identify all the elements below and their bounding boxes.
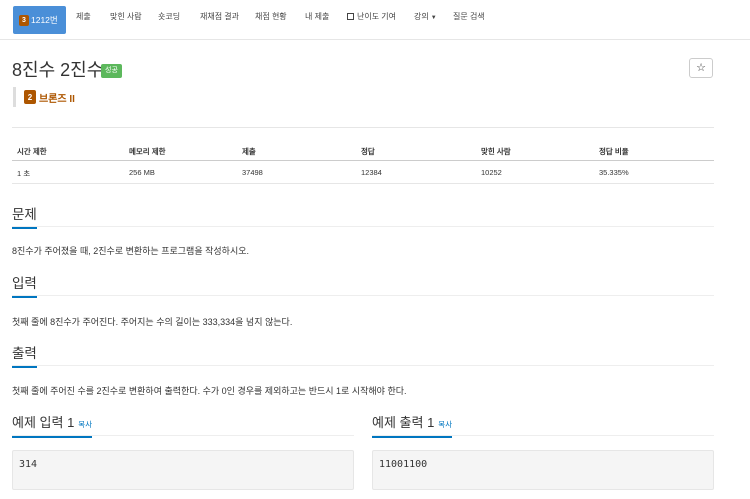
td-solvers: 10252: [481, 168, 502, 177]
example-input-box[interactable]: 314: [12, 450, 354, 490]
nav-tab-my-submissions[interactable]: 내 제출: [305, 11, 329, 22]
td-submissions: 37498: [242, 168, 263, 177]
nav-tab-submit[interactable]: 제출: [76, 11, 91, 22]
problem-nav: 3 1212번 제출 맞힌 사람 숏코딩 재채점 결과 채점 현황 내 제출 난…: [0, 0, 750, 40]
table-header-border: [12, 160, 714, 161]
nav-tab-lecture-label: 강의: [414, 12, 429, 21]
th-solvers: 맞힌 사람: [481, 147, 511, 156]
td-memory-limit: 256 MB: [129, 168, 155, 177]
example-input-header: 예제 입력 1 복사: [12, 410, 354, 438]
bronze-tier-icon: 3: [19, 14, 29, 26]
input-section-title: 입력: [12, 272, 37, 298]
problem-section-title: 문제: [12, 203, 37, 229]
copy-output-button[interactable]: 복사: [438, 420, 452, 429]
nav-tab-question-search[interactable]: 질문 검색: [453, 11, 485, 22]
nav-tab-solvers[interactable]: 맞힌 사람: [110, 11, 142, 22]
output-description: 첫째 줄에 주어진 수를 2진수로 변환하여 출력한다. 수가 0인 경우를 제…: [12, 386, 407, 396]
nav-tab-short-coding[interactable]: 숏코딩: [158, 11, 180, 22]
problem-description: 8진수가 주어졌을 때, 2진수로 변환하는 프로그램을 작성하시오.: [12, 246, 250, 256]
th-time-limit: 시간 제한: [17, 147, 47, 156]
caret-down-icon: ▼: [430, 15, 437, 21]
table-top-border: [12, 127, 714, 128]
th-ratio: 정답 비율: [599, 147, 629, 156]
example-input-title-label: 예제 입력 1: [12, 415, 75, 430]
page-title: 8진수 2진수: [12, 60, 104, 80]
bronze-tier-badge-icon: 2: [24, 90, 36, 104]
status-badge: 성공: [101, 64, 122, 78]
copy-input-button[interactable]: 복사: [78, 420, 92, 429]
td-ratio: 35.335%: [599, 168, 629, 177]
input-section-header: 입력: [12, 272, 714, 298]
example-output-title-label: 예제 출력 1: [372, 415, 435, 430]
nav-tab-difficulty-label: 난이도 기여: [357, 12, 397, 21]
table-bottom-border: [12, 183, 714, 184]
nav-tab-problem[interactable]: 3 1212번: [13, 6, 66, 34]
nav-tab-problem-label: 1212번: [31, 15, 58, 25]
nav-tab-lecture[interactable]: 강의 ▼: [414, 11, 437, 22]
output-section-title: 출력: [12, 342, 37, 368]
th-memory-limit: 메모리 제한: [129, 147, 166, 156]
external-link-icon: [347, 13, 354, 20]
nav-tab-rejudge[interactable]: 재채점 결과: [200, 11, 239, 22]
problem-section-header: 문제: [12, 203, 714, 229]
input-description: 첫째 줄에 8진수가 주어진다. 주어지는 수의 길이는 333,334을 넘지…: [12, 317, 293, 327]
nav-tab-difficulty[interactable]: 난이도 기여: [347, 11, 396, 22]
nav-tab-status[interactable]: 채점 현황: [255, 11, 287, 22]
th-submissions: 제출: [242, 147, 256, 156]
td-time-limit: 1 초: [17, 169, 31, 178]
tier-row: 2 브론즈 II: [13, 87, 75, 107]
example-output-header: 예제 출력 1 복사: [372, 410, 714, 438]
example-output-box[interactable]: 11001100: [372, 450, 714, 490]
th-accepted: 정답: [361, 147, 375, 156]
example-input-title: 예제 입력 1 복사: [12, 412, 93, 438]
td-accepted: 12384: [361, 168, 382, 177]
output-section-header: 출력: [12, 342, 714, 368]
example-output-title: 예제 출력 1 복사: [372, 412, 453, 438]
star-button[interactable]: ☆: [689, 58, 713, 78]
tier-label[interactable]: 브론즈 II: [39, 90, 75, 105]
